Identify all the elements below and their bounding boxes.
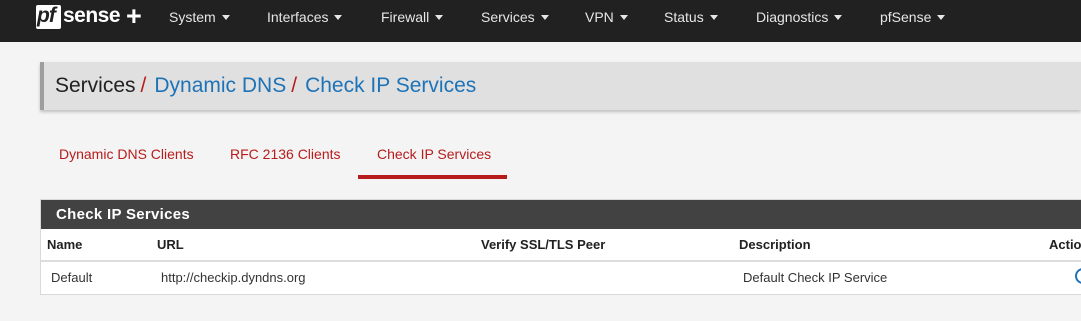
caret-down-icon [834,15,843,20]
nav-menu-label: System [169,9,216,25]
nav-menu-label: Status [664,9,704,25]
clock-icon[interactable] [1074,267,1081,285]
panel-header: Check IP Services [41,200,1081,229]
caret-down-icon [540,15,549,20]
column-header-url: URL [157,237,184,252]
breadcrumb-dynamic-dns-link[interactable]: Dynamic DNS [154,74,286,97]
logo-sense-text: sense [63,4,121,27]
breadcrumb-separator: / [140,74,147,97]
caret-down-icon [334,15,343,20]
column-header-actions: Actio [1049,237,1081,252]
column-header-description: Description [739,237,811,252]
caret-down-icon [709,15,718,20]
logo-pf-text: pf [37,4,56,27]
nav-menu-pfsense[interactable]: pfSense [880,0,946,34]
nav-menu-label: Diagnostics [756,9,829,25]
breadcrumb-check-ip-link[interactable]: Check IP Services [305,74,476,97]
nav-menu-label: Firewall [381,9,430,25]
nav-menu-label: Services [481,9,535,25]
check-ip-services-panel: Check IP Services Name URL Verify SSL/TL… [40,199,1081,295]
breadcrumb-bar: Services / Dynamic DNS / Check IP Services [40,62,1081,110]
tab-rfc2136-clients[interactable]: RFC 2136 Clients [230,146,341,162]
nav-menu-label: pfSense [880,9,932,25]
nav-menu-interfaces[interactable]: Interfaces [267,0,343,34]
nav-menu-label: Interfaces [267,9,329,25]
nav-menu-diagnostics[interactable]: Diagnostics [756,0,843,34]
cell-url: http://checkip.dyndns.org [161,270,306,285]
cell-description: Default Check IP Service [743,270,888,285]
caret-down-icon [435,15,444,20]
breadcrumb-services: Services [55,74,136,97]
nav-menu-services[interactable]: Services [481,0,549,34]
nav-menu-label: VPN [585,9,614,25]
nav-menu-vpn[interactable]: VPN [585,0,628,34]
active-tab-indicator [358,175,507,179]
tab-check-ip-services[interactable]: Check IP Services [377,146,491,162]
column-header-verify-ssl: Verify SSL/TLS Peer [481,237,606,252]
caret-down-icon [937,15,946,20]
caret-down-icon [619,15,628,20]
breadcrumb-separator: / [291,74,298,97]
breadcrumb: Services / Dynamic DNS / Check IP Services [55,74,476,98]
cell-name: Default [51,270,93,285]
tab-dynamic-dns-clients[interactable]: Dynamic DNS Clients [59,146,194,162]
logo-plus-text: + [126,1,142,31]
nav-menu-status[interactable]: Status [664,0,718,34]
header-divider [41,260,1081,262]
panel-title: Check IP Services [56,206,191,223]
nav-menu-firewall[interactable]: Firewall [381,0,444,34]
column-header-name: Name [47,237,83,252]
caret-down-icon [221,15,230,20]
nav-menu-system[interactable]: System [169,0,230,34]
top-navbar: pf sense + System Interfaces Firewall Se… [0,0,1081,42]
